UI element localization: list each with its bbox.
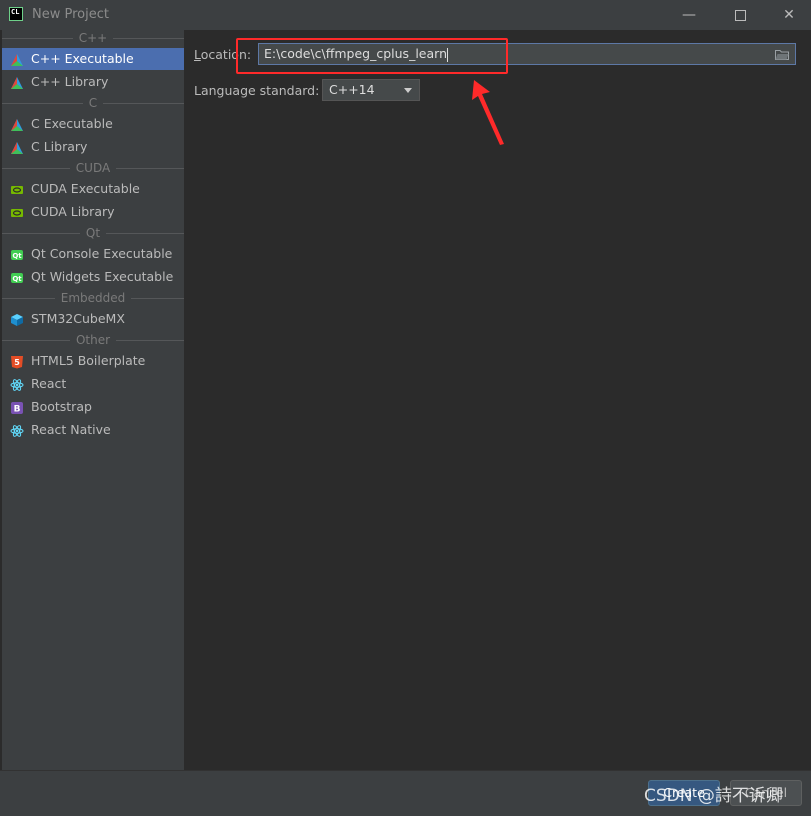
group-header: CUDA (2, 160, 184, 176)
group-header: Embedded (2, 290, 184, 306)
svg-text:Qt: Qt (12, 275, 22, 283)
cmake-triangle-icon (10, 75, 24, 89)
group-header-label: Embedded (54, 291, 132, 305)
group-header-label: C++ (72, 31, 114, 45)
cube-icon (10, 312, 24, 326)
group-header-label: C (82, 96, 104, 110)
close-button[interactable]: ✕ (774, 4, 804, 26)
group-header-label: Other (69, 333, 117, 347)
clion-app-icon: CL (9, 7, 23, 21)
sidebar-item-label: React (31, 376, 67, 391)
sidebar-item-label: Qt Console Executable (31, 246, 173, 261)
sidebar-item-label: C++ Library (31, 74, 109, 89)
react-icon (10, 423, 24, 437)
annotation-arrow-icon (472, 80, 504, 145)
sidebar-item-label: CUDA Executable (31, 181, 140, 196)
chevron-down-icon (404, 88, 412, 93)
sidebar-item[interactable]: Qt Qt Widgets Executable (2, 266, 184, 288)
window-title: New Project (32, 7, 109, 22)
group-header: C (2, 95, 184, 111)
maximize-button[interactable] (725, 4, 755, 26)
annotation-highlight-box (236, 38, 508, 74)
sidebar-item[interactable]: C Library (2, 136, 184, 158)
sidebar-item[interactable]: CUDA Library (2, 201, 184, 223)
sidebar-item-label: C Executable (31, 116, 113, 131)
minimize-button[interactable]: — (674, 4, 704, 26)
folder-icon[interactable] (775, 49, 789, 60)
maximize-icon (734, 9, 746, 21)
bootstrap-icon: B (10, 400, 24, 415)
react-icon (10, 377, 24, 391)
sidebar-item-label: C Library (31, 139, 88, 154)
svg-text:B: B (14, 405, 21, 415)
group-header: C++ (2, 30, 184, 46)
cmake-triangle-icon (10, 117, 24, 131)
sidebar-item[interactable]: 5 HTML5 Boilerplate (2, 350, 184, 372)
sidebar-item-label: CUDA Library (31, 204, 115, 219)
svg-text:5: 5 (14, 358, 20, 367)
sidebar-item[interactable]: CUDA Executable (2, 178, 184, 200)
qt-icon: Qt (10, 270, 24, 284)
app-icon-text: CL (11, 8, 20, 16)
title-bar: CL New Project — ✕ (0, 0, 811, 30)
sidebar-item-label: STM32CubeMX (31, 311, 125, 326)
sidebar-item[interactable]: React (2, 373, 184, 395)
language-standard-label: Language standard: (194, 83, 320, 98)
sidebar-item[interactable]: Qt Qt Console Executable (2, 243, 184, 265)
sidebar-item-label: Qt Widgets Executable (31, 269, 174, 284)
sidebar-item[interactable]: C Executable (2, 113, 184, 135)
group-header: Other (2, 332, 184, 348)
language-standard-value: C++14 (329, 82, 375, 97)
html5-icon: 5 (10, 354, 24, 369)
nvidia-icon (10, 205, 24, 219)
sidebar-item-label: Bootstrap (31, 399, 92, 414)
cmake-triangle-icon (10, 140, 24, 154)
sidebar-item[interactable]: C++ Executable (2, 48, 184, 70)
cmake-triangle-icon (10, 52, 24, 66)
sidebar-item[interactable]: C++ Library (2, 71, 184, 93)
svg-text:Qt: Qt (12, 252, 22, 260)
group-header-label: Qt (79, 226, 107, 240)
qt-icon: Qt (10, 247, 24, 261)
project-type-list: C++ C++ Executable C++ Library C C Executabl… (2, 30, 184, 770)
nvidia-icon (10, 182, 24, 196)
watermark-text: CSDN @詩不诉卿 (644, 786, 783, 806)
sidebar-item-label: C++ Executable (31, 51, 134, 66)
sidebar-item[interactable]: STM32CubeMX (2, 308, 184, 330)
sidebar-item-label: HTML5 Boilerplate (31, 353, 146, 368)
group-header: Qt (2, 225, 184, 241)
language-standard-select[interactable]: C++14 (322, 79, 420, 101)
group-header-label: CUDA (69, 161, 117, 175)
sidebar-item-label: React Native (31, 422, 111, 437)
sidebar-item[interactable]: React Native (2, 419, 184, 441)
sidebar-item[interactable]: B Bootstrap (2, 396, 184, 418)
location-label-mnemonic: L (194, 47, 201, 62)
